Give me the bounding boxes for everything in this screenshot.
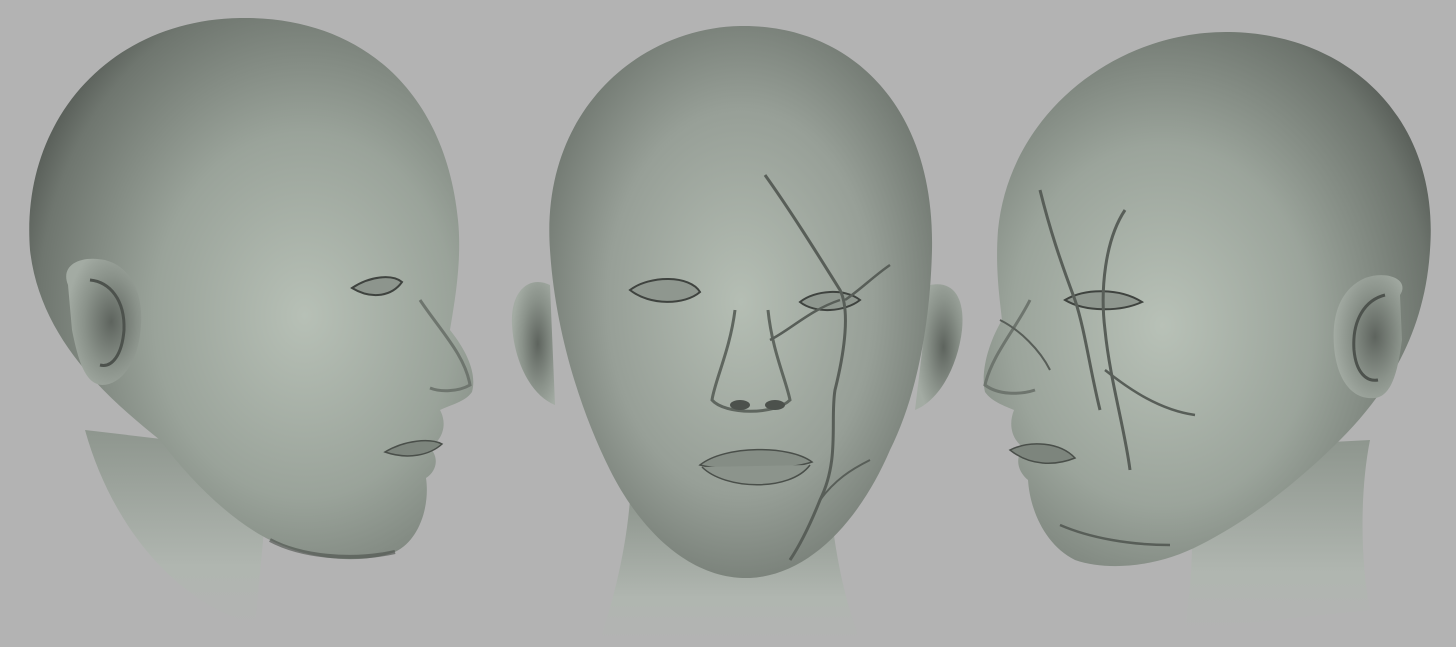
render-viewport [0,0,1456,647]
sculpt-render [29,17,1431,640]
head-left-profile [29,17,474,625]
head-front [511,25,963,640]
head-right-three-quarter [983,31,1431,630]
